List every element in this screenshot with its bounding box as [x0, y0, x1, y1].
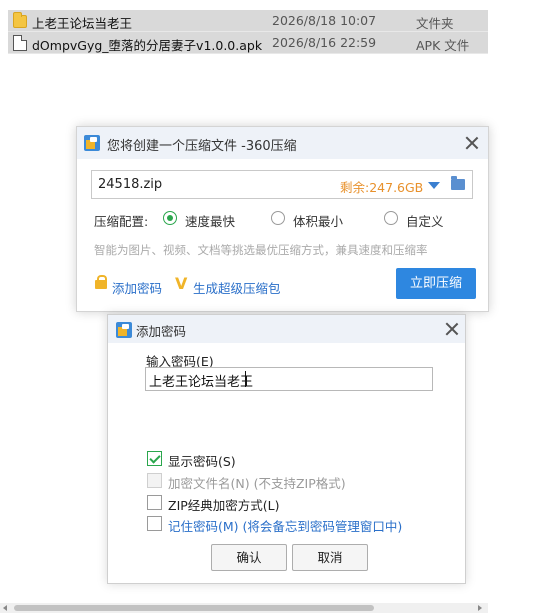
file-date: 2026/8/18 10:07	[272, 13, 377, 28]
checkbox-disabled	[147, 473, 162, 488]
password-value: 上老王论坛当老王	[149, 375, 254, 390]
file-name: 上老王论坛当老王	[32, 16, 133, 31]
compress-hint: 智能为图片、视频、文档等挑选最优压缩方式，兼具速度和压缩率	[94, 243, 428, 257]
cancel-button[interactable]: 取消	[292, 544, 368, 571]
file-type: 文件夹	[416, 16, 454, 31]
lock-icon	[95, 275, 107, 289]
close-icon[interactable]	[445, 322, 459, 336]
config-label: 压缩配置:	[94, 214, 149, 229]
radio-label: 体积最小	[293, 214, 344, 229]
file-icon	[13, 35, 27, 51]
text-caret	[245, 371, 246, 387]
checkbox-label: 加密文件名(N) (不支持ZIP格式)	[168, 476, 346, 491]
horizontal-scrollbar[interactable]	[0, 603, 488, 613]
folder-icon	[13, 12, 27, 28]
file-list: 上老王论坛当老王 2026/8/18 10:07 文件夹 dOmpvGyg_堕落…	[8, 10, 488, 54]
archive-filename-field[interactable]: 24518.zip 剩余:247.6GB	[91, 170, 473, 199]
free-space-text: 剩余:247.6GB	[340, 180, 424, 195]
archive-app-icon	[84, 135, 100, 151]
checkbox[interactable]	[147, 516, 162, 531]
radio-button[interactable]	[384, 211, 398, 225]
file-type: APK 文件	[416, 38, 470, 53]
add-password-link[interactable]: 添加密码	[112, 278, 162, 297]
radio-label: 自定义	[406, 214, 444, 229]
scroll-left-icon[interactable]	[3, 605, 7, 611]
checkbox-label: 显示密码(S)	[168, 454, 236, 469]
file-row-folder[interactable]: 上老王论坛当老王 2026/8/18 10:07 文件夹	[8, 10, 488, 32]
chevron-down-icon[interactable]	[428, 182, 440, 189]
ok-button[interactable]: 确认	[211, 544, 287, 571]
archive-filename: 24518.zip	[98, 177, 163, 192]
file-row-apk[interactable]: dOmpvGyg_堕落的分居妻子v1.0.0.apk 2026/8/16 22:…	[8, 32, 488, 54]
checkbox-checked[interactable]	[147, 451, 162, 466]
compress-dialog-title: 您将创建一个压缩文件 -360压缩	[107, 139, 297, 154]
file-name: dOmpvGyg_堕落的分居妻子v1.0.0.apk	[32, 38, 263, 53]
browse-folder-icon[interactable]	[451, 176, 465, 190]
checkbox-label: ZIP经典加密方式(L)	[168, 498, 280, 513]
password-input[interactable]: 上老王论坛当老王	[145, 367, 433, 391]
radio-label: 速度最快	[185, 214, 236, 229]
scroll-right-icon[interactable]	[478, 605, 482, 611]
compress-dialog-titlebar[interactable]: 您将创建一个压缩文件 -360压缩	[77, 127, 488, 159]
archive-app-icon	[116, 322, 132, 338]
checkbox-label: 记住密码(M) (将会备忘到密码管理窗口中)	[168, 519, 403, 534]
compress-now-button[interactable]: 立即压缩	[396, 268, 476, 299]
password-dialog-titlebar[interactable]: 添加密码	[108, 315, 465, 343]
add-password-dialog: 添加密码 输入密码(E) 上老王论坛当老王 显示密码(S) 加密文件名(N) (…	[107, 314, 466, 584]
close-icon[interactable]	[465, 136, 479, 150]
radio-button[interactable]	[271, 211, 285, 225]
radio-button-selected[interactable]	[163, 211, 177, 225]
scrollbar-thumb[interactable]	[14, 605, 374, 611]
super-package-link[interactable]: 生成超级压缩包	[193, 278, 281, 297]
password-dialog-title: 添加密码	[136, 324, 187, 339]
super-package-icon: V	[175, 274, 188, 293]
compress-dialog: 您将创建一个压缩文件 -360压缩 24518.zip 剩余:247.6GB 压…	[76, 126, 489, 312]
checkbox[interactable]	[147, 495, 162, 510]
file-date: 2026/8/16 22:59	[272, 35, 377, 50]
